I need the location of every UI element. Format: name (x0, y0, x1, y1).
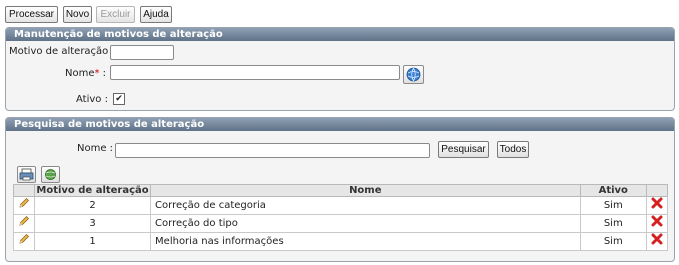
search-nome-label: Nome : (77, 143, 114, 154)
motivo-label: Motivo de alteração : (9, 46, 115, 57)
nome-input[interactable] (110, 65, 400, 80)
maintenance-panel-title: Manutenção de motivos de alteração (6, 28, 674, 41)
cell-ativo: Sim (579, 232, 647, 251)
cell-nome: Correção do tipo (150, 214, 581, 233)
col-edit-header (13, 184, 35, 197)
search-nome-input[interactable] (115, 143, 430, 158)
pencil-icon (19, 216, 29, 226)
col-ativo-header: Ativo (579, 184, 647, 197)
cell-motivo: 3 (33, 214, 152, 233)
cell-motivo: 1 (33, 232, 152, 251)
edit-button[interactable] (13, 214, 35, 233)
delete-x-icon (651, 197, 663, 209)
delete-button[interactable] (645, 232, 669, 251)
col-delete-header (645, 184, 669, 197)
print-button[interactable] (17, 166, 36, 183)
delete-button[interactable] (645, 214, 669, 233)
pencil-icon (19, 234, 29, 244)
edit-button[interactable] (13, 196, 35, 215)
table-row: 2 Correção de categoria Sim (13, 196, 669, 215)
cell-ativo: Sim (579, 196, 647, 215)
maintenance-panel: Manutenção de motivos de alteração Motiv… (5, 27, 675, 111)
delete-x-icon (651, 233, 663, 245)
processar-button[interactable]: Processar (5, 6, 58, 23)
search-panel: Pesquisa de motivos de alteração Nome : … (5, 117, 675, 262)
printer-icon (19, 168, 34, 181)
table-row: 1 Melhoria nas informações Sim (13, 232, 669, 251)
motivo-input[interactable] (110, 45, 174, 60)
results-table: Motivo de alteração Nome Ativo 2 Correçã… (13, 184, 669, 251)
cell-nome: Correção de categoria (150, 196, 581, 215)
ajuda-button[interactable]: Ajuda (140, 6, 172, 23)
pencil-icon (19, 198, 29, 208)
export-button[interactable] (41, 166, 60, 183)
col-nome-header: Nome (150, 184, 581, 197)
table-row: 3 Correção do tipo Sim (13, 214, 669, 233)
cell-nome: Melhoria nas informações (150, 232, 581, 251)
edit-button[interactable] (13, 232, 35, 251)
globe-search-icon (406, 67, 421, 82)
lookup-button[interactable] (403, 65, 424, 84)
excluir-button[interactable]: Excluir (96, 6, 135, 23)
cell-ativo: Sim (579, 214, 647, 233)
search-panel-title: Pesquisa de motivos de alteração (6, 118, 674, 131)
nome-label: Nome* : (65, 68, 107, 79)
cell-motivo: 2 (33, 196, 152, 215)
delete-x-icon (651, 215, 663, 227)
ativo-checkbox[interactable]: ✔ (113, 93, 125, 105)
col-motivo-header: Motivo de alteração (33, 184, 152, 197)
globe-export-icon (45, 169, 56, 180)
novo-button[interactable]: Novo (63, 6, 92, 23)
delete-button[interactable] (645, 196, 669, 215)
pesquisar-button[interactable]: Pesquisar (438, 141, 489, 158)
todos-button[interactable]: Todos (497, 141, 529, 158)
ativo-label: Ativo : (76, 94, 108, 105)
